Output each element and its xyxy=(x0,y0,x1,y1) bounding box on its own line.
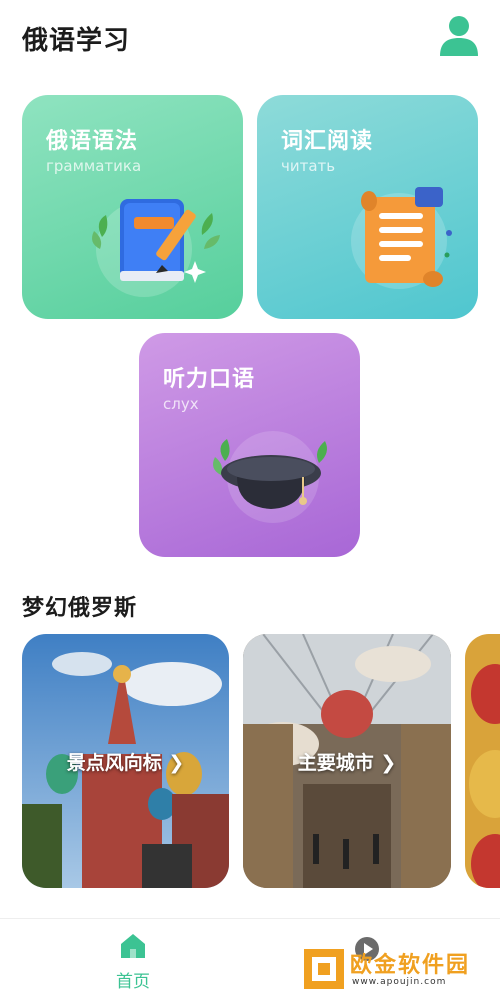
matryoshka-card[interactable] xyxy=(465,634,500,888)
matryoshka-image xyxy=(465,634,500,888)
watermark-logo xyxy=(304,949,344,989)
nav-home-tab[interactable]: 首页 xyxy=(100,933,166,993)
watermark-text: 欧金软件园 xyxy=(350,953,471,978)
page-title: 俄语学习 xyxy=(22,26,131,56)
vocab-card[interactable]: 词汇阅读 читать xyxy=(257,95,478,319)
grammar-book-icon xyxy=(92,199,220,297)
listening-card-title: 听力口语 xyxy=(163,367,256,392)
watermark: 欧金软件园 www.apoujin.com xyxy=(300,945,495,995)
grammar-card[interactable]: 俄语语法 грамматика xyxy=(22,95,243,319)
grammar-card-subtitle: грамматика xyxy=(46,157,142,175)
vocab-card-title: 词汇阅读 xyxy=(281,129,374,154)
vocab-card-subtitle: читать xyxy=(281,157,336,175)
graduation-cap-icon xyxy=(213,431,327,523)
home-icon xyxy=(121,934,145,958)
cities-label: 主要城市 ❯ xyxy=(297,752,397,774)
app-header: 俄语学习 xyxy=(0,0,500,80)
sights-card[interactable]: 景点风向标 ❯ xyxy=(22,634,229,888)
watermark-url: www.apoujin.com xyxy=(352,977,447,987)
cities-card[interactable]: 主要城市 ❯ xyxy=(243,634,451,888)
grammar-card-title: 俄语语法 xyxy=(46,129,139,154)
section-title: 梦幻俄罗斯 xyxy=(22,596,138,621)
sights-label: 景点风向标 ❯ xyxy=(66,752,185,774)
scroll-icon xyxy=(351,187,452,289)
user-avatar-icon[interactable] xyxy=(438,14,480,56)
bottom-nav: 首页 欧金软件园 www.apoujin.com xyxy=(0,918,500,1000)
listening-card-subtitle: слух xyxy=(163,395,199,413)
listening-card[interactable]: 听力口语 слух xyxy=(139,333,360,557)
nav-home-label: 首页 xyxy=(116,972,150,992)
